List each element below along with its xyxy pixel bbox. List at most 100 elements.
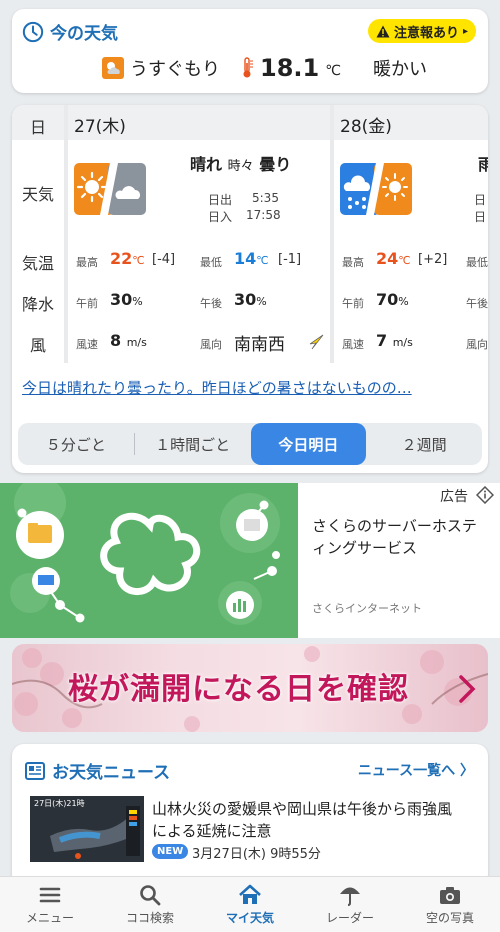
home-icon bbox=[239, 884, 261, 904]
day1-sunset-label: 日入 bbox=[208, 210, 233, 224]
news-thumbnail[interactable]: 27日(木)21時 bbox=[30, 796, 144, 862]
nav-my-weather-label: マイ天気 bbox=[225, 911, 274, 925]
day2-wind-speed-label: 風速 bbox=[342, 338, 364, 351]
day1-min-label: 最低 bbox=[200, 256, 222, 269]
temperature-unit: ℃ bbox=[325, 63, 341, 79]
day1-sunrise-label: 日出 bbox=[208, 193, 233, 207]
forecast-summary-link[interactable]: 今日は晴れたり曇ったり。昨日ほどの暑さはないものの… bbox=[22, 377, 412, 398]
news-header-text: お天気ニュース bbox=[52, 763, 171, 783]
news-more-label: ニュース一覧へ bbox=[357, 763, 456, 779]
forecast-card: 日 天気 気温 降水 風 27(木) 晴れ 時々 曇り 日出 5:35 日入 1… bbox=[12, 105, 488, 473]
sunny-cloudy-icon bbox=[74, 163, 146, 215]
news-title[interactable]: 山林火災の愛媛県や岡山県は午後から雨強風による延焼に注意 bbox=[152, 798, 462, 842]
news-list-link[interactable]: ニュース一覧へ 〉 bbox=[358, 760, 474, 780]
day2-max-label: 最高 bbox=[342, 256, 364, 269]
day1-max-value: 22 bbox=[110, 249, 133, 268]
day1-pm-precip: 30% bbox=[234, 290, 267, 309]
tab-5min[interactable]: ５分ごと bbox=[18, 423, 134, 465]
day1-pm-value: 30 bbox=[234, 290, 257, 309]
day1-condition-main: 晴れ bbox=[190, 155, 223, 174]
day2-pm-label: 午後 bbox=[466, 297, 488, 310]
day2-wind-speed-value: 7 bbox=[376, 331, 388, 350]
pct-unit: % bbox=[256, 295, 267, 308]
day2-am-precip: 70% bbox=[376, 290, 409, 309]
deg-unit: ℃ bbox=[256, 254, 269, 267]
day1-am-precip: 30% bbox=[110, 290, 143, 309]
forecast-table[interactable]: 日 天気 気温 降水 風 27(木) 晴れ 時々 曇り 日出 5:35 日入 1… bbox=[12, 105, 488, 363]
current-weather-title-text: 今の天気 bbox=[50, 24, 118, 44]
camera-icon bbox=[440, 887, 460, 904]
sun-cloud-icon bbox=[102, 57, 124, 79]
news-time: 3月27日(木) 9時55分 bbox=[192, 847, 321, 862]
row-label-precip: 降水 bbox=[21, 295, 54, 314]
row-label-weather: 天気 bbox=[21, 185, 54, 204]
deg-unit: ℃ bbox=[398, 254, 411, 267]
day1-min-diff: [-1] bbox=[278, 252, 302, 267]
current-temperature: 18.1 bbox=[260, 54, 320, 82]
rain-sunny-icon bbox=[340, 163, 412, 215]
clock-icon bbox=[22, 21, 44, 42]
warning-button[interactable]: 注意報あり ▸ bbox=[367, 19, 476, 43]
ad-info-icon[interactable] bbox=[476, 486, 494, 504]
day2-max-value: 24 bbox=[376, 249, 399, 268]
new-badge: NEW bbox=[152, 844, 189, 859]
day1-am-label: 午前 bbox=[76, 297, 98, 310]
newspaper-icon bbox=[25, 761, 45, 780]
forecast-range-tabs: ５分ごと １時間ごと 今日明日 ２週間 bbox=[18, 423, 482, 465]
day1-date: 27(木) bbox=[74, 117, 126, 137]
day1-sunrise: 5:35 bbox=[252, 191, 279, 205]
row-label-day: 日 bbox=[29, 118, 46, 137]
day1-wind-speed: 8 m/s bbox=[110, 331, 147, 350]
day2-wind-speed: 7 m/s bbox=[376, 331, 413, 350]
day2-max-diff: [+2] bbox=[418, 252, 448, 267]
day1-min-temp: 14℃ bbox=[234, 249, 269, 268]
ad-image[interactable] bbox=[0, 483, 298, 638]
weather-news-card: お天気ニュース ニュース一覧へ 〉 27日(木)21時 山林火災の愛媛県や岡山県… bbox=[12, 744, 488, 886]
day1-pm-label: 午後 bbox=[200, 297, 222, 310]
warning-icon bbox=[376, 25, 390, 37]
sakura-banner[interactable]: 桜が満開になる日を確認 bbox=[12, 644, 488, 732]
current-weather-card[interactable]: 今の天気 注意報あり ▸ うすぐもり 18.1 ℃ 暖かい bbox=[12, 9, 488, 93]
day2-condition: 雨 bbox=[478, 155, 488, 174]
nav-my-weather[interactable]: マイ天気 bbox=[200, 877, 300, 932]
nav-radar-label: レーダー bbox=[325, 911, 374, 925]
ad-label: 広告 bbox=[440, 489, 468, 505]
day2-max-temp: 24℃ bbox=[376, 249, 411, 268]
current-conditions: うすぐもり 18.1 ℃ 暖かい bbox=[102, 51, 427, 85]
row-label-wind: 風 bbox=[29, 336, 46, 355]
day2-am-label: 午前 bbox=[342, 297, 364, 310]
nav-menu[interactable]: メニュー bbox=[0, 877, 100, 932]
wind-direction-arrow-icon bbox=[309, 334, 324, 350]
current-condition: うすぐもり bbox=[130, 59, 220, 80]
sakura-banner-text: 桜が満開になる日を確認 bbox=[68, 672, 409, 707]
nav-menu-label: メニュー bbox=[25, 911, 74, 925]
day1-am-value: 30 bbox=[110, 290, 133, 309]
ad-title[interactable]: さくらのサーバーホスティングサービス bbox=[312, 515, 488, 559]
nav-radar[interactable]: レーダー bbox=[300, 877, 400, 932]
day2-am-value: 70 bbox=[376, 290, 399, 309]
search-icon bbox=[140, 885, 161, 906]
chevron-right-icon bbox=[459, 675, 476, 703]
day2-date: 28(金) bbox=[340, 117, 392, 137]
day1-condition-sub: 曇り bbox=[259, 155, 292, 174]
tab-today-tomorrow[interactable]: 今日明日 bbox=[250, 423, 367, 465]
current-weather-title: 今の天気 bbox=[22, 19, 118, 44]
wind-unit: m/s bbox=[392, 336, 413, 349]
ad-source: さくらインターネット bbox=[312, 602, 422, 615]
day1-wind-speed-value: 8 bbox=[110, 331, 122, 350]
tab-2weeks[interactable]: ２週間 bbox=[366, 423, 482, 465]
nav-sky-photos-label: 空の写真 bbox=[425, 911, 474, 925]
tab-hourly[interactable]: １時間ごと bbox=[135, 423, 251, 465]
day1-max-diff: [-4] bbox=[152, 252, 176, 267]
day1-sunset: 17:58 bbox=[246, 208, 281, 222]
bottom-navigation: メニュー ココ検索 マイ天気 レーダー 空の写真 bbox=[0, 876, 500, 932]
deg-unit: ℃ bbox=[132, 254, 145, 267]
nav-search[interactable]: ココ検索 bbox=[100, 877, 200, 932]
thermometer-icon bbox=[243, 57, 253, 78]
chevron-right-icon: 〉 bbox=[460, 763, 474, 779]
column-divider bbox=[64, 105, 68, 363]
radar-umbrella-icon bbox=[340, 887, 360, 906]
nav-sky-photos[interactable]: 空の写真 bbox=[400, 877, 500, 932]
chevron-right-icon: ▸ bbox=[462, 25, 468, 37]
advertisement[interactable]: 広告 さくらのサーバーホスティングサービス さくらインターネット bbox=[0, 483, 500, 638]
